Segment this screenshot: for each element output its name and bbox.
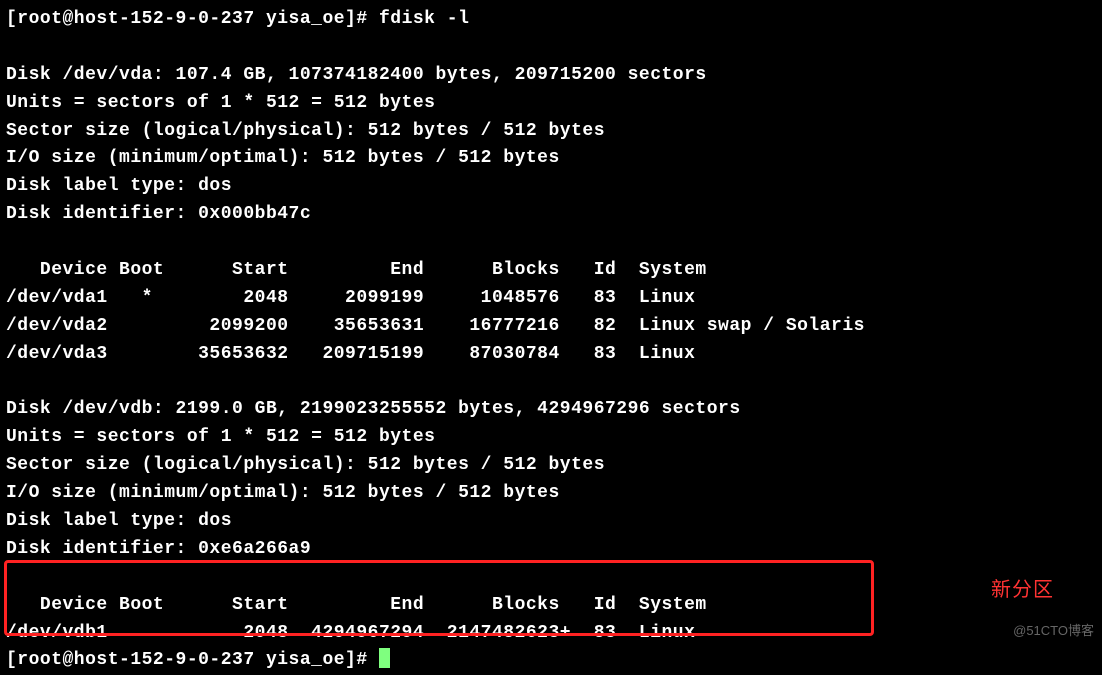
disk-vdb-sector-size: Sector size (logical/physical): 512 byte… bbox=[6, 452, 1096, 480]
disk-vda-io-size: I/O size (minimum/optimal): 512 bytes / … bbox=[6, 145, 1096, 173]
disk-vda-identifier: Disk identifier: 0x000bb47c bbox=[6, 201, 1096, 229]
shell-prompt: [root@host-152-9-0-237 yisa_oe]# bbox=[6, 9, 379, 29]
blank-line bbox=[6, 564, 1096, 592]
disk-vdb-row-1: /dev/vdb1 2048 4294967294 2147482623+ 83… bbox=[6, 620, 1096, 648]
annotation-label: 新分区 bbox=[991, 575, 1054, 606]
blank-line bbox=[6, 34, 1096, 62]
disk-vdb-columns: Device Boot Start End Blocks Id System bbox=[6, 592, 1096, 620]
disk-vdb-units: Units = sectors of 1 * 512 = 512 bytes bbox=[6, 424, 1096, 452]
shell-prompt: [root@host-152-9-0-237 yisa_oe]# bbox=[6, 650, 379, 670]
disk-vdb-label-type: Disk label type: dos bbox=[6, 508, 1096, 536]
disk-vda-units: Units = sectors of 1 * 512 = 512 bytes bbox=[6, 90, 1096, 118]
disk-vdb-header: Disk /dev/vdb: 2199.0 GB, 2199023255552 … bbox=[6, 396, 1096, 424]
disk-vda-columns: Device Boot Start End Blocks Id System bbox=[6, 257, 1096, 285]
disk-vda-label-type: Disk label type: dos bbox=[6, 173, 1096, 201]
disk-vdb-io-size: I/O size (minimum/optimal): 512 bytes / … bbox=[6, 480, 1096, 508]
prompt-line-1: [root@host-152-9-0-237 yisa_oe]# fdisk -… bbox=[6, 6, 1096, 34]
disk-vdb-identifier: Disk identifier: 0xe6a266a9 bbox=[6, 536, 1096, 564]
disk-vda-header: Disk /dev/vda: 107.4 GB, 107374182400 by… bbox=[6, 62, 1096, 90]
disk-vda-row-2: /dev/vda2 2099200 35653631 16777216 82 L… bbox=[6, 313, 1096, 341]
blank-line bbox=[6, 369, 1096, 397]
disk-vda-row-3: /dev/vda3 35653632 209715199 87030784 83… bbox=[6, 341, 1096, 369]
watermark-text: @51CTO博客 bbox=[1013, 621, 1094, 641]
prompt-line-2[interactable]: [root@host-152-9-0-237 yisa_oe]# bbox=[6, 647, 1096, 675]
disk-vda-sector-size: Sector size (logical/physical): 512 byte… bbox=[6, 118, 1096, 146]
cursor-icon bbox=[379, 648, 390, 668]
blank-line bbox=[6, 229, 1096, 257]
command-text: fdisk -l bbox=[379, 9, 469, 29]
disk-vda-row-1: /dev/vda1 * 2048 2099199 1048576 83 Linu… bbox=[6, 285, 1096, 313]
